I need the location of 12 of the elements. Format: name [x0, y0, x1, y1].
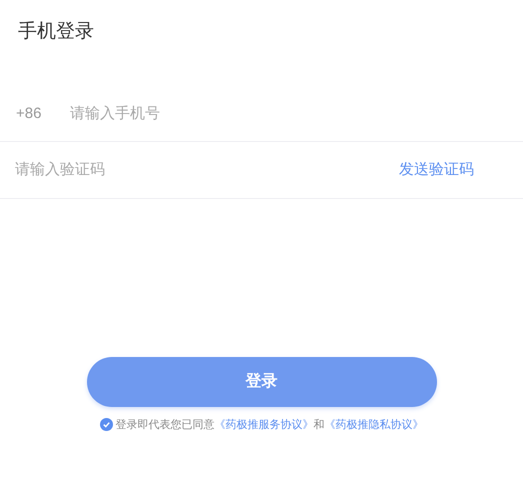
country-code[interactable]: +86 [16, 102, 70, 125]
page-title: 手机登录 [18, 20, 94, 44]
agree-checkbox[interactable] [100, 418, 112, 432]
privacy-agreement-link[interactable]: 《药极推隐私协议》 [324, 416, 424, 433]
phone-input-field[interactable]: 请输入手机号 [70, 102, 523, 125]
agreement-joiner: 和 [314, 418, 324, 432]
send-code-button[interactable]: 发送验证码 [399, 158, 474, 182]
service-agreement-link[interactable]: 《药极推服务协议》 [214, 416, 314, 433]
check-icon [102, 420, 110, 430]
login-button[interactable]: 登录 [86, 356, 436, 406]
agreement-text: 登录即代表您已同意 [116, 418, 214, 432]
code-input-field[interactable]: 请输入验证码 [15, 158, 399, 182]
